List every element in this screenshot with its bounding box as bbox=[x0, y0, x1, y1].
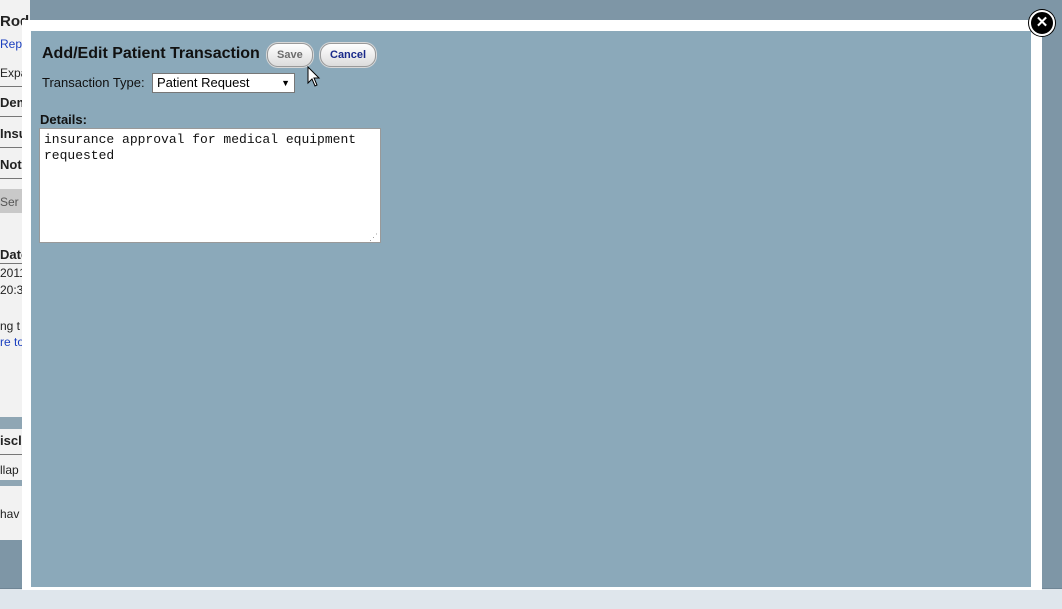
mouse-pointer-icon bbox=[307, 66, 321, 87]
save-button[interactable]: Save bbox=[267, 43, 313, 67]
transaction-type-label: Transaction Type: bbox=[42, 75, 145, 90]
transaction-type-value: Patient Request bbox=[157, 75, 250, 90]
status-bar bbox=[0, 588, 1062, 609]
bg-fragment: Ser bbox=[0, 195, 19, 209]
bg-fragment: hav bbox=[0, 507, 20, 521]
chevron-down-icon: ▼ bbox=[281, 78, 290, 88]
transaction-type-select[interactable]: Patient Request ▼ bbox=[152, 73, 295, 93]
details-label: Details: bbox=[40, 112, 87, 127]
details-textarea[interactable]: insurance approval for medical equipment… bbox=[39, 128, 381, 243]
bg-fragment: ng t bbox=[0, 319, 21, 333]
modal-content bbox=[31, 31, 1031, 587]
bg-fragment: llap bbox=[0, 463, 19, 477]
modal-title: Add/Edit Patient Transaction bbox=[42, 45, 260, 62]
bg-fragment: 20:3 bbox=[0, 283, 24, 297]
bg-fragment[interactable]: re to bbox=[0, 335, 24, 349]
resize-grip-icon[interactable]: ⋰ bbox=[369, 233, 378, 242]
cancel-button[interactable]: Cancel bbox=[320, 43, 377, 67]
close-icon[interactable]: ✕ bbox=[1029, 10, 1055, 36]
